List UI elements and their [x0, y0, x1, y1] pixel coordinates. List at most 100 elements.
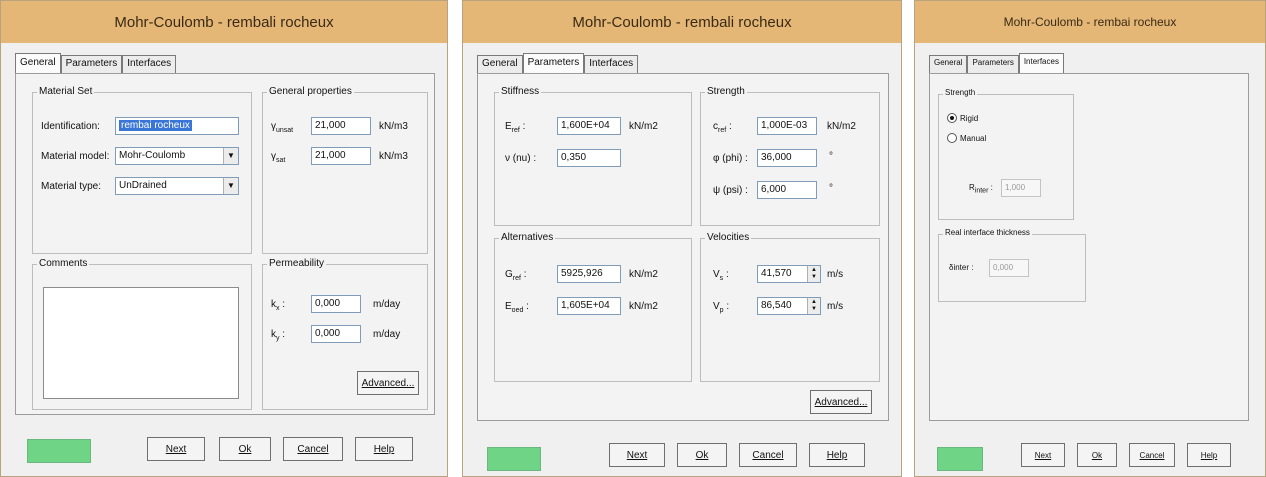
ky-label: ky : — [271, 329, 286, 342]
cancel-button[interactable]: Cancel — [283, 437, 343, 461]
next-button[interactable]: Next — [1021, 443, 1065, 467]
tab-general[interactable]: General — [929, 55, 968, 74]
vp-input[interactable]: 86,540 ▲ ▼ — [757, 297, 821, 315]
chevron-down-icon[interactable]: ▼ — [223, 148, 238, 164]
eref-input[interactable]: 1,600E+04 — [557, 117, 621, 135]
phi-unit: ° — [829, 151, 833, 162]
help-button[interactable]: Help — [355, 437, 413, 461]
eoed-input[interactable]: 1,605E+04 — [557, 297, 621, 315]
cancel-button[interactable]: Cancel — [739, 443, 797, 467]
eref-label: Eref : — [505, 121, 526, 134]
permeability-title: Permeability — [267, 258, 327, 269]
comments-textarea[interactable] — [43, 287, 239, 399]
delta-inter-input[interactable]: 0,000 — [989, 259, 1029, 277]
alternatives-group: Alternatives Gref : 5925,926 kN/m2 Eoed … — [494, 232, 692, 382]
kx-unit: m/day — [373, 299, 401, 310]
ky-unit: m/day — [373, 329, 401, 340]
help-button[interactable]: Help — [809, 443, 865, 467]
gref-unit: kN/m2 — [629, 269, 658, 280]
manual-radio[interactable]: Manual — [947, 133, 986, 143]
phi-label: φ (phi) : — [713, 153, 748, 164]
rigid-label: Rigid — [960, 113, 979, 123]
tab-panel: Stiffness Eref : 1,600E+04 kN/m2 ν (nu) … — [477, 73, 889, 421]
kx-input[interactable]: 0,000 — [311, 295, 361, 313]
dialog-client: General Parameters Interfaces Stiffness … — [469, 43, 895, 471]
tab-panel: Strength Rigid Manual Rinter : 1,000 Rea… — [929, 73, 1249, 421]
tab-panel: Material Set Identification: rembai roch… — [15, 73, 435, 415]
identification-value: rembai rocheux — [119, 120, 192, 131]
nu-input[interactable]: 0,350 — [557, 149, 621, 167]
material-set-group: Material Set Identification: rembai roch… — [32, 86, 252, 254]
tab-interfaces[interactable]: Interfaces — [122, 55, 177, 74]
ok-button[interactable]: Ok — [677, 443, 727, 467]
material-model-label: Material model: — [41, 151, 110, 162]
material-type-label: Material type: — [41, 181, 102, 192]
gamma-unsat-unit: kN/m3 — [379, 121, 408, 132]
psi-input[interactable]: 6,000 — [757, 181, 817, 199]
material-model-select[interactable]: Mohr-Coulomb ▼ — [115, 147, 239, 165]
tab-parameters[interactable]: Parameters — [60, 55, 123, 74]
identification-label: Identification: — [41, 121, 100, 132]
vp-unit: m/s — [827, 301, 844, 312]
identification-input[interactable]: rembai rocheux — [115, 117, 239, 135]
dialog-general: Mohr-Coulomb - rembali rocheux General P… — [0, 0, 448, 477]
strength-title: Strength — [705, 86, 747, 97]
next-button[interactable]: Next — [609, 443, 665, 467]
dialog-title: Mohr-Coulomb - rembali rocheux — [114, 13, 334, 31]
chevron-down-icon[interactable]: ▼ — [223, 178, 238, 194]
rinter-input[interactable]: 1,000 — [1001, 179, 1041, 197]
interface-thickness-title: Real interface thickness — [943, 228, 1032, 237]
tab-general[interactable]: General — [477, 55, 523, 74]
rigid-radio[interactable]: Rigid — [947, 113, 978, 123]
permeability-group: Permeability kx : 0,000 m/day ky : 0,000… — [262, 258, 428, 410]
advanced-button[interactable]: Advanced... — [810, 390, 872, 414]
status-indicator — [937, 447, 983, 471]
stiffness-title: Stiffness — [499, 86, 542, 97]
title-bar: Mohr-Coulomb - rembai rocheux — [915, 1, 1265, 43]
gref-input[interactable]: 5925,926 — [557, 265, 621, 283]
ok-button[interactable]: Ok — [1077, 443, 1117, 467]
cancel-button[interactable]: Cancel — [1129, 443, 1175, 467]
dialog-client: General Parameters Interfaces Strength R… — [921, 43, 1259, 471]
comments-title: Comments — [37, 258, 90, 269]
eoed-label: Eoed : — [505, 301, 529, 314]
stiffness-group: Stiffness Eref : 1,600E+04 kN/m2 ν (nu) … — [494, 86, 692, 226]
tab-interfaces[interactable]: Interfaces — [584, 55, 639, 74]
cref-unit: kN/m2 — [827, 121, 856, 132]
vs-value: 41,570 — [761, 268, 792, 279]
status-indicator — [27, 439, 91, 463]
vp-label: Vp : — [713, 301, 730, 314]
kx-label: kx : — [271, 299, 286, 312]
comments-group: Comments — [32, 258, 252, 410]
spinner-icon[interactable]: ▲ ▼ — [807, 266, 820, 282]
dialog-parameters: Mohr-Coulomb - rembali rocheux General P… — [462, 0, 902, 477]
material-set-title: Material Set — [37, 86, 95, 97]
velocities-title: Velocities — [705, 232, 752, 243]
dialog-title: Mohr-Coulomb - rembai rocheux — [1003, 15, 1177, 29]
gamma-unsat-input[interactable]: 21,000 — [311, 117, 371, 135]
psi-label: ψ (psi) : — [713, 185, 748, 196]
material-type-select[interactable]: UnDrained ▼ — [115, 177, 239, 195]
vp-value: 86,540 — [761, 300, 792, 311]
gamma-sat-input[interactable]: 21,000 — [311, 147, 371, 165]
phi-input[interactable]: 36,000 — [757, 149, 817, 167]
ky-input[interactable]: 0,000 — [311, 325, 361, 343]
gamma-sat-unit: kN/m3 — [379, 151, 408, 162]
dialog-client: General Parameters Interfaces Material S… — [7, 43, 441, 470]
manual-label: Manual — [960, 133, 987, 143]
vs-input[interactable]: 41,570 ▲ ▼ — [757, 265, 821, 283]
cref-input[interactable]: 1,000E-03 — [757, 117, 817, 135]
help-button[interactable]: Help — [1187, 443, 1231, 467]
tab-parameters[interactable]: Parameters — [967, 55, 1019, 74]
nu-label: ν (nu) : — [505, 153, 537, 164]
velocities-group: Velocities Vs : 41,570 ▲ ▼ m/s Vp : 86,54… — [700, 232, 880, 382]
title-bar: Mohr-Coulomb - rembali rocheux — [1, 1, 447, 43]
next-button[interactable]: Next — [147, 437, 205, 461]
eref-unit: kN/m2 — [629, 121, 658, 132]
vs-unit: m/s — [827, 269, 844, 280]
cref-label: cref : — [713, 121, 732, 134]
spinner-icon[interactable]: ▲ ▼ — [807, 298, 820, 314]
advanced-button[interactable]: Advanced... — [357, 371, 419, 395]
title-bar: Mohr-Coulomb - rembali rocheux — [463, 1, 901, 43]
ok-button[interactable]: Ok — [219, 437, 271, 461]
